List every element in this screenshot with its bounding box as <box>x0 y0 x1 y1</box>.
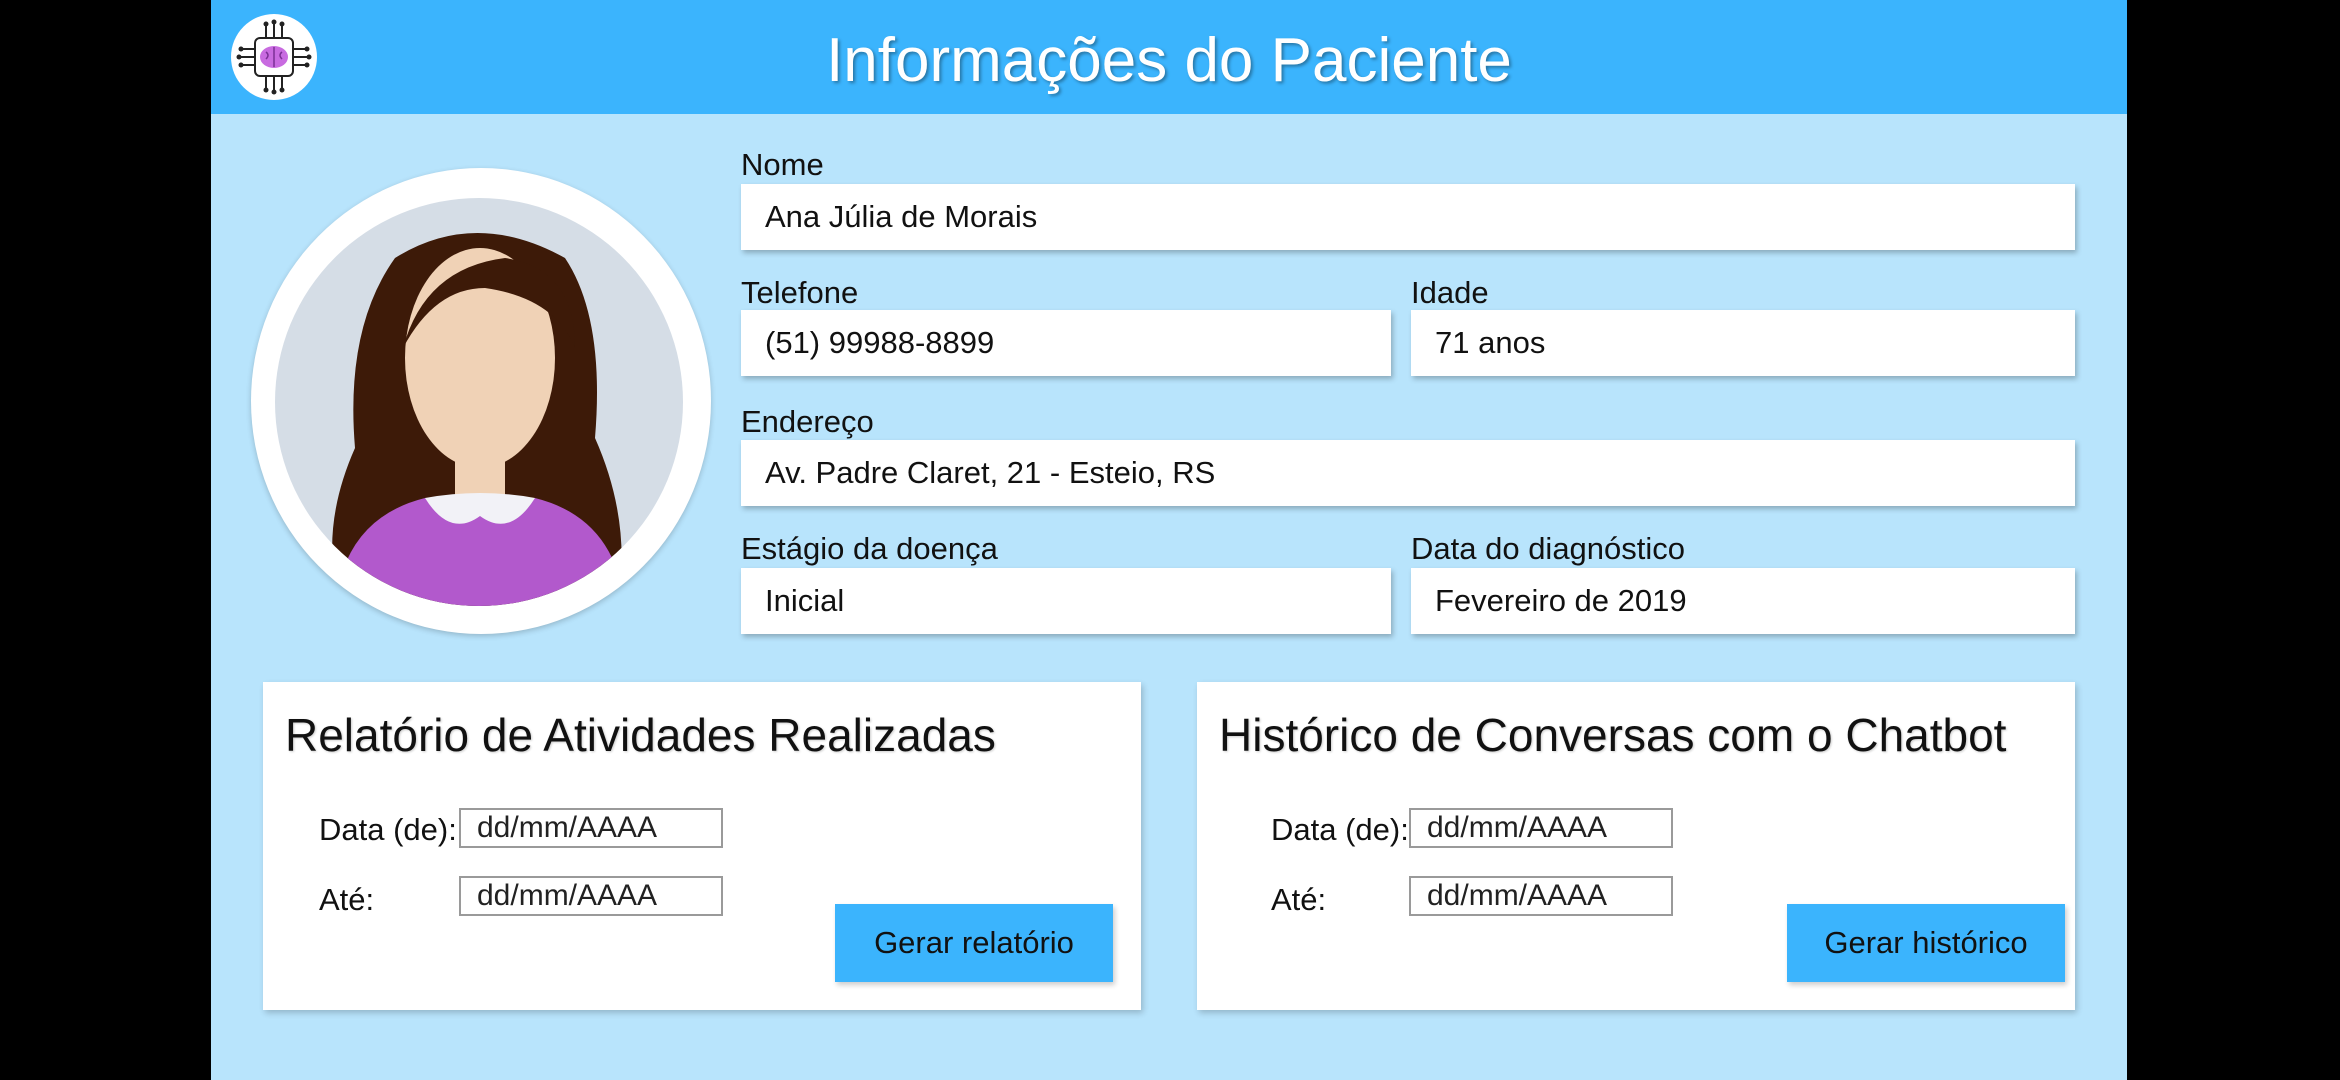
telefone-label: Telefone <box>741 275 859 310</box>
history-to-date-input[interactable] <box>1409 876 1673 916</box>
idade-field[interactable]: 71 anos <box>1411 310 2075 376</box>
endereco-field[interactable]: Av. Padre Claret, 21 - Esteio, RS <box>741 440 2075 506</box>
generate-history-button[interactable]: Gerar histórico <box>1787 904 2065 982</box>
activity-report-card: Relatório de Atividades Realizadas Data … <box>263 682 1141 1010</box>
history-from-label: Data (de): <box>1271 812 1409 847</box>
report-to-date-input[interactable] <box>459 876 723 916</box>
female-avatar-icon <box>275 198 683 606</box>
patient-info-screen: Informações do Paciente Nome Ana Júlia d… <box>211 0 2127 1080</box>
diagnostico-label: Data do diagnóstico <box>1411 531 1686 566</box>
activity-report-title: Relatório de Atividades Realizadas <box>285 709 996 761</box>
header-bar: Informações do Paciente <box>211 0 2127 114</box>
diagnostico-field[interactable]: Fevereiro de 2019 <box>1411 568 2075 634</box>
generate-report-button[interactable]: Gerar relatório <box>835 904 1113 982</box>
chatbot-history-card: Histórico de Conversas com o Chatbot Dat… <box>1197 682 2075 1010</box>
nome-field[interactable]: Ana Júlia de Morais <box>741 184 2075 250</box>
estagio-label: Estágio da doença <box>741 531 998 566</box>
nome-label: Nome <box>741 147 824 182</box>
idade-label: Idade <box>1411 275 1489 310</box>
report-to-label: Até: <box>319 882 375 917</box>
page-title: Informações do Paciente <box>826 26 1512 95</box>
report-from-date-input[interactable] <box>459 808 723 848</box>
history-to-label: Até: <box>1271 882 1327 917</box>
avatar <box>251 168 711 634</box>
endereco-label: Endereço <box>741 404 874 439</box>
telefone-field[interactable]: (51) 99988-8899 <box>741 310 1391 376</box>
history-from-date-input[interactable] <box>1409 808 1673 848</box>
chatbot-history-title: Histórico de Conversas com o Chatbot <box>1219 709 2007 761</box>
report-from-label: Data (de): <box>319 812 457 847</box>
estagio-field[interactable]: Inicial <box>741 568 1391 634</box>
